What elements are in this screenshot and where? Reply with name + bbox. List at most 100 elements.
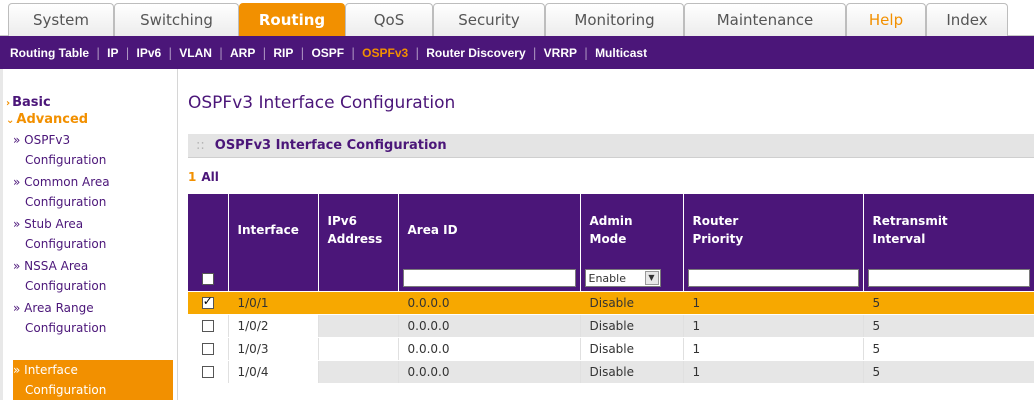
sidebar-item-label: Configuration (25, 195, 107, 209)
tab-routing[interactable]: Routing (239, 3, 345, 36)
cell-area-id: 0.0.0.0 (398, 291, 581, 315)
sidebar-item-ospfv3-configuration[interactable]: » OSPFv3 Configuration (13, 130, 173, 170)
tab-help[interactable]: Help (846, 3, 926, 36)
retransmit-interval-input[interactable] (867, 269, 1030, 288)
sidebar-edge (0, 69, 3, 400)
admin-mode-select-value: Enable (588, 271, 626, 285)
subnav-divider: | (168, 45, 173, 60)
filter-interface-cell (228, 266, 319, 292)
cell-router-priority: 1 (683, 291, 864, 315)
subnav-divider: | (96, 45, 101, 60)
drag-handle-icon: :: (196, 138, 205, 153)
subnav-vlan[interactable]: VLAN (179, 46, 212, 60)
subnav-rip[interactable]: RIP (273, 46, 293, 60)
sidebar-section-label: Advanced (16, 112, 89, 127)
cell-ipv6-address (318, 337, 399, 361)
subnav-divider: | (415, 45, 420, 60)
cell-retransmit-interval: 5 (863, 291, 1034, 315)
row-checkbox[interactable] (201, 320, 214, 332)
subnav-ipv6[interactable]: IPv6 (137, 46, 162, 60)
subnav-router-discovery[interactable]: Router Discovery (426, 46, 525, 60)
sidebar-item-common-area-configuration[interactable]: » Common Area Configuration (13, 172, 173, 212)
cell-retransmit-interval: 5 (863, 337, 1034, 361)
subnav-ospfv3[interactable]: OSPFv3 (362, 46, 408, 60)
row-checkbox[interactable] (201, 366, 214, 378)
sidebar-item-interface-configuration[interactable]: » Interface Configuration (13, 360, 173, 400)
area-id-input[interactable] (402, 269, 576, 288)
cell-interface: 1/0/1 (228, 291, 319, 315)
filter-select-all-cell (188, 266, 229, 292)
cell-retransmit-interval: 5 (863, 314, 1034, 338)
tab-maintenance[interactable]: Maintenance (684, 3, 846, 36)
column-header-retransmit-interval: Retransmit Interval (863, 194, 1034, 266)
subnav-divider: | (584, 45, 589, 60)
filter-router-priority-cell (683, 266, 864, 292)
row-select-cell (188, 360, 229, 384)
cell-admin-mode: Disable (580, 360, 684, 384)
admin-mode-select[interactable]: Enable ▼ (584, 269, 661, 288)
tab-security[interactable]: Security (433, 3, 545, 36)
sidebar-section-advanced[interactable]: ⌄ Advanced (6, 112, 88, 127)
cell-interface: 1/0/4 (228, 360, 319, 384)
table-row[interactable]: 1/0/1 0.0.0.0 Disable 1 5 (188, 291, 1034, 315)
sidebar-item-label: » Interface (13, 363, 78, 377)
tab-qos[interactable]: QoS (345, 3, 433, 36)
all-ports-link[interactable]: 1 All (188, 170, 219, 184)
column-header-router-priority: Router Priority (683, 194, 864, 266)
row-checkbox[interactable] (201, 294, 214, 309)
sidebar-item-nssa-area-configuration[interactable]: » NSSA Area Configuration (13, 256, 173, 296)
sidebar-item-label: Configuration (25, 383, 107, 397)
tab-index[interactable]: Index (926, 3, 1008, 36)
chevron-down-icon: ⌄ (6, 115, 15, 126)
subnav-ospf[interactable]: OSPF (311, 46, 344, 60)
cell-ipv6-address (318, 314, 399, 338)
sidebar-section-basic[interactable]: › Basic (6, 95, 51, 110)
cell-admin-mode: Disable (580, 337, 684, 361)
column-header-area-id: Area ID (398, 194, 581, 266)
sidebar-item-stub-area-configuration[interactable]: » Stub Area Configuration (13, 214, 173, 254)
cell-area-id: 0.0.0.0 (398, 337, 581, 361)
table-row[interactable]: 1/0/2 0.0.0.0 Disable 1 5 (188, 314, 1034, 338)
select-all-checkbox[interactable] (201, 272, 214, 285)
tab-switching[interactable]: Switching (114, 3, 239, 36)
filter-admin-mode-cell: Enable ▼ (580, 266, 684, 292)
sidebar-item-label: » Common Area (13, 175, 110, 189)
routing-subnav: Routing Table | IP | IPv6 | VLAN | ARP |… (0, 36, 1034, 69)
subnav-routing-table[interactable]: Routing Table (10, 46, 89, 60)
cell-ipv6-address (318, 360, 399, 384)
sidebar: › Basic ⌄ Advanced » OSPFv3 Configuration … (0, 69, 178, 400)
sidebar-item-label: Configuration (25, 321, 107, 335)
subnav-vrrp[interactable]: VRRP (544, 46, 577, 60)
table-row[interactable]: 1/0/4 0.0.0.0 Disable 1 5 (188, 360, 1034, 384)
row-checkbox[interactable] (201, 343, 214, 355)
sidebar-section-label: Basic (12, 95, 51, 110)
row-select-cell (188, 314, 229, 338)
cell-router-priority: 1 (683, 360, 864, 384)
sidebar-item-label: Configuration (25, 279, 107, 293)
subnav-multicast[interactable]: Multicast (595, 46, 647, 60)
table-row[interactable]: 1/0/3 0.0.0.0 Disable 1 5 (188, 337, 1034, 361)
column-header-interface: Interface (228, 194, 319, 266)
cell-area-id: 0.0.0.0 (398, 360, 581, 384)
sidebar-item-area-range-configuration[interactable]: » Area Range Configuration (13, 298, 173, 338)
filter-row: Enable ▼ (188, 266, 1034, 292)
subnav-divider: | (300, 45, 305, 60)
sidebar-item-label: » NSSA Area (13, 259, 89, 273)
router-priority-input[interactable] (687, 269, 859, 288)
all-label: All (201, 170, 219, 184)
subnav-ip[interactable]: IP (107, 46, 118, 60)
panel-header: :: OSPFv3 Interface Configuration (188, 134, 1034, 158)
interface-table: Interface IPv6 Address Area ID Admin Mode … (188, 194, 1034, 384)
dropdown-arrow-icon: ▼ (644, 271, 659, 286)
cell-ipv6-address (318, 291, 399, 315)
sidebar-item-label: » Area Range (13, 301, 94, 315)
subnav-arp[interactable]: ARP (230, 46, 255, 60)
column-header-ipv6-address: IPv6 Address (318, 194, 399, 266)
subnav-divider: | (262, 45, 267, 60)
page-title: OSPFv3 Interface Configuration (188, 93, 456, 113)
cell-admin-mode: Disable (580, 314, 684, 338)
tab-system[interactable]: System (8, 3, 114, 36)
filter-area-id-cell (398, 266, 581, 292)
tab-monitoring[interactable]: Monitoring (545, 3, 684, 36)
sidebar-item-label: » Stub Area (13, 217, 84, 231)
